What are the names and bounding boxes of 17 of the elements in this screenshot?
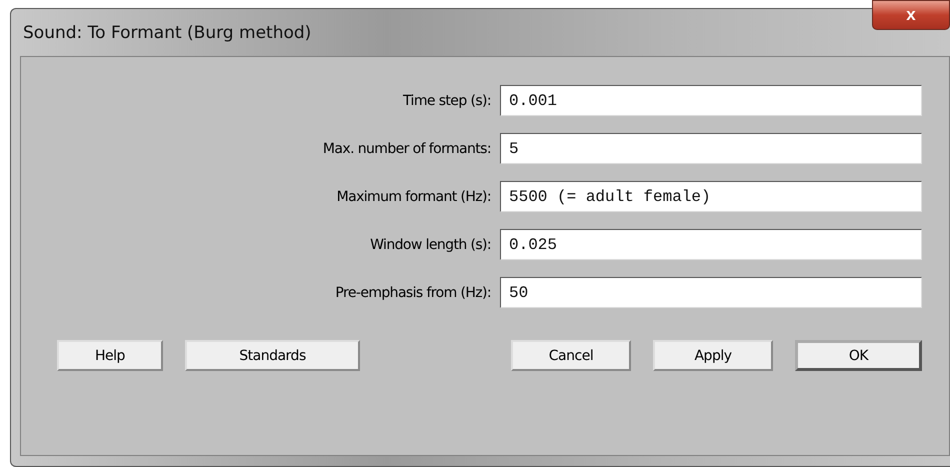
close-button[interactable]: x — [872, 0, 950, 30]
field-label: Pre-emphasis from (Hz): — [335, 284, 491, 300]
dialog-button[interactable]: Standards — [185, 340, 360, 371]
dialog-button[interactable]: OK — [795, 340, 922, 371]
window-title: Sound: To Formant (Burg method) — [23, 22, 312, 42]
field-label: Window length (s): — [370, 236, 491, 252]
input-field[interactable]: 5 — [500, 133, 922, 164]
field-label: Time step (s): — [403, 92, 491, 108]
input-field[interactable]: 0.025 — [500, 229, 922, 260]
dialog-button[interactable]: Help — [57, 340, 163, 371]
dialog-button[interactable]: Apply — [653, 340, 773, 371]
field-label: Maximum formant (Hz): — [336, 188, 491, 204]
dialog-button[interactable]: Cancel — [511, 340, 631, 371]
field-label: Max. number of formants: — [322, 140, 491, 156]
input-field[interactable]: 5500 (= adult female) — [500, 181, 922, 212]
input-field[interactable]: 0.001 — [500, 85, 922, 116]
input-field[interactable]: 50 — [500, 277, 922, 308]
